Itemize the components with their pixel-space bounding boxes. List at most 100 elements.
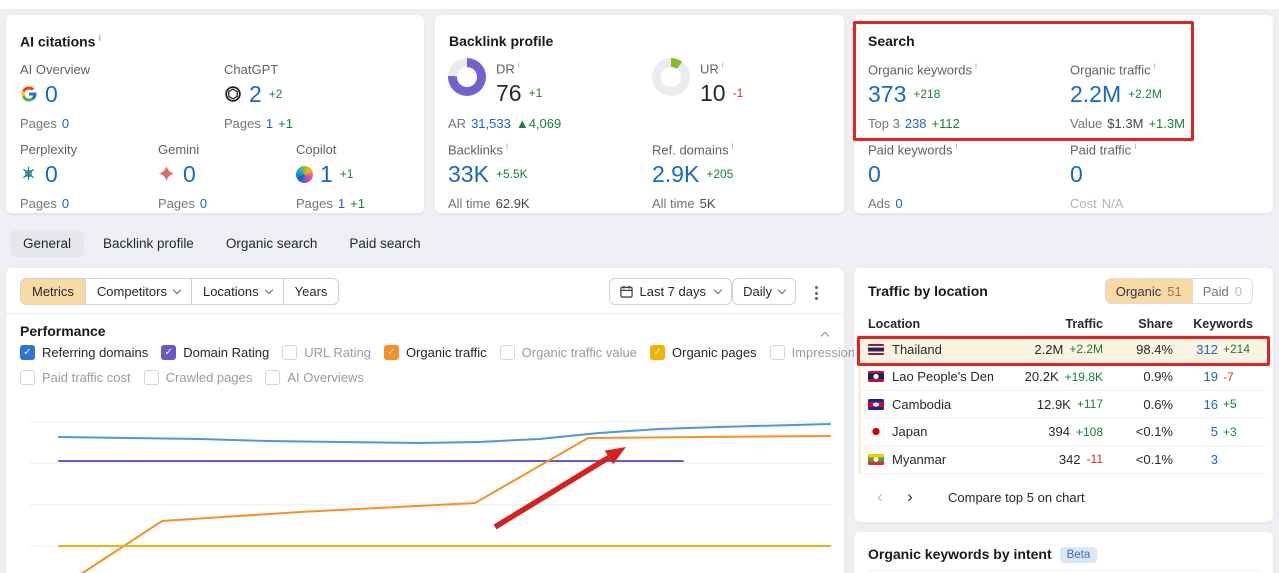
info-icon[interactable]	[518, 60, 520, 70]
checkbox-label: Impressions	[791, 345, 862, 360]
backlink-profile-card: Backlink profile DR 76+1 AR31,533▲4,069 …	[435, 15, 844, 213]
gemini-count[interactable]: 0	[183, 161, 196, 187]
beta-badge: Beta	[1059, 547, 1098, 563]
checkbox-label: Organic pages	[672, 345, 757, 360]
keywords-cell[interactable]: 16 +5	[1173, 397, 1253, 412]
collapse-section-button[interactable]	[815, 326, 830, 344]
info-icon[interactable]	[506, 141, 508, 151]
checkbox-crawled-pages[interactable]: Crawled pages	[143, 370, 253, 385]
checkbox-referring-domains[interactable]: ✓ Referring domains	[20, 345, 148, 360]
checkbox-label: Crawled pages	[165, 370, 253, 385]
location-row-cambodia[interactable]: Cambodia 12.9K +117 0.6% 16 +5	[858, 391, 1265, 419]
info-icon[interactable]	[732, 141, 734, 151]
keywords-cell[interactable]: 19 -7	[1173, 369, 1253, 384]
checked-checkbox-icon: ✓	[20, 345, 35, 360]
unchecked-checkbox-icon	[143, 370, 159, 385]
organic-traffic-metric: Organic traffic 2.2M+2.2M Value$1.3M+1.3…	[1070, 61, 1190, 131]
metrics-segment[interactable]: Metrics	[21, 279, 86, 304]
keywords-cell[interactable]: 5 +3	[1173, 424, 1253, 439]
perplexity-metric: Perplexity 0 Pages 0	[20, 142, 78, 211]
next-page-button[interactable]: ›	[898, 485, 922, 509]
location-row-lao-people-s-democratic-reput[interactable]: Lao People's Democratic Reput 20.2K+19.8K…	[858, 364, 1265, 391]
ar-row: AR 31,533 ▲4,069	[448, 116, 562, 131]
checkbox-organic-traffic-value[interactable]: Organic traffic value	[499, 345, 637, 360]
perplexity-count[interactable]: 0	[45, 161, 58, 187]
top-strip	[0, 0, 1279, 9]
traffic-cell: 2.2M +2.2M	[1034, 341, 1103, 357]
competitors-segment[interactable]: Competitors	[86, 279, 192, 304]
paid-traffic-count-link[interactable]: 0	[1070, 161, 1083, 187]
granularity-button[interactable]: Daily	[732, 278, 796, 305]
performance-card: Metrics Competitors Locations Years Last…	[6, 268, 958, 573]
toggle-paid[interactable]: Paid 0	[1191, 279, 1252, 303]
toggle-organic[interactable]: Organic 51	[1105, 279, 1192, 303]
pages-count-link[interactable]: 0	[62, 196, 69, 211]
organic-keywords-count-link[interactable]: 373	[868, 81, 906, 107]
location-row-myanmar[interactable]: Myanmar 342 -11 <0.1% 3	[858, 446, 1265, 474]
checked-checkbox-icon: ✓	[161, 345, 177, 360]
location-name: Lao People's Democratic Reput	[892, 369, 993, 385]
perplexity-icon	[20, 165, 38, 183]
gemini-icon	[158, 165, 176, 183]
pages-count-link[interactable]: 1	[338, 196, 345, 211]
pages-count-link[interactable]: 0	[200, 196, 207, 211]
location-row-japan[interactable]: Japan 394 +108 <0.1% 5 +3	[858, 419, 1265, 446]
traffic-cell: 394 +108	[1048, 424, 1103, 440]
top3-count-link[interactable]: 238	[905, 116, 927, 131]
ref-domains-count-link[interactable]: 2.9K	[652, 161, 699, 187]
prev-page-button[interactable]: ‹	[868, 485, 892, 509]
traffic-cell: 12.9K +117	[1036, 396, 1103, 412]
tab-backlink-profile[interactable]: Backlink profile	[90, 230, 207, 257]
info-icon[interactable]	[975, 61, 977, 71]
ads-count-link[interactable]: 0	[895, 196, 902, 211]
locations-segment[interactable]: Locations	[192, 279, 284, 304]
share-cell: <0.1%	[1135, 424, 1173, 440]
ur-donut	[652, 58, 690, 96]
info-icon[interactable]	[722, 60, 724, 70]
checkbox-ai-overviews[interactable]: AI Overviews	[265, 370, 364, 385]
checkbox-organic-traffic[interactable]: ✓ Organic traffic	[383, 345, 487, 360]
kebab-menu-icon[interactable]	[813, 284, 820, 302]
tab-paid-search[interactable]: Paid search	[336, 230, 433, 257]
keywords-cell[interactable]: 3	[1173, 452, 1253, 467]
keywords-cell[interactable]: 312 +214	[1173, 342, 1253, 357]
checkbox-url-rating[interactable]: URL Rating	[282, 345, 371, 360]
pages-count-link[interactable]: 0	[62, 116, 69, 131]
chatgpt-count[interactable]: 2	[249, 81, 262, 107]
backlinks-count-link[interactable]: 33K	[448, 161, 489, 187]
share-cell: <0.1%	[1135, 451, 1173, 467]
tab-general[interactable]: General	[10, 230, 85, 257]
checkbox-impressions[interactable]: Impressions	[769, 345, 862, 360]
ref-domains-metric: Ref. domains 2.9K+205 All time5K	[652, 141, 734, 211]
location-row-thailand[interactable]: Thailand 2.2M +2.2M 98.4% 312 +214	[858, 336, 1265, 364]
info-icon[interactable]	[956, 141, 958, 151]
checkbox-organic-pages[interactable]: ✓ Organic pages	[650, 345, 757, 360]
date-range-button[interactable]: Last 7 days	[608, 278, 732, 305]
ai-overview-metric: AI Overview 0 Pages 0	[20, 62, 91, 131]
traffic-by-location-card: Traffic by location Organic 51 Paid 0 Loca…	[854, 268, 1273, 522]
info-icon[interactable]	[1154, 61, 1156, 71]
paid-keywords-count-link[interactable]: 0	[868, 161, 881, 187]
performance-title: Performance	[20, 323, 106, 339]
pages-count-link[interactable]: 1	[266, 116, 273, 131]
paid-traffic-metric: Paid traffic 0 CostN/A	[1070, 141, 1136, 211]
metrics-segmented-control: Metrics Competitors Locations Years	[20, 278, 340, 305]
japan-flag-icon	[868, 426, 884, 438]
checkbox-domain-rating[interactable]: ✓ Domain Rating	[161, 345, 269, 360]
unchecked-checkbox-icon	[282, 345, 298, 360]
compare-top5-link[interactable]: Compare top 5 on chart	[948, 490, 1085, 505]
search-card: Search Organic keywords 373+218 Top 3238…	[854, 15, 1273, 213]
metric-checkbox-row-2: Paid traffic cost Crawled pages AI Overvie…	[20, 370, 364, 385]
copilot-count[interactable]: 1	[320, 161, 333, 187]
tab-organic-search[interactable]: Organic search	[213, 230, 331, 257]
organic-traffic-count-link[interactable]: 2.2M	[1070, 81, 1121, 107]
ar-value-link[interactable]: 31,533	[471, 116, 511, 131]
calendar-icon	[619, 285, 633, 298]
google-icon	[20, 85, 38, 103]
checkbox-paid-traffic-cost[interactable]: Paid traffic cost	[20, 370, 131, 385]
ai-overview-count[interactable]: 0	[45, 81, 58, 107]
location-table-footer: ‹ › Compare top 5 on chart	[868, 480, 1085, 514]
years-segment[interactable]: Years	[284, 279, 339, 304]
info-icon[interactable]	[98, 33, 101, 43]
info-icon[interactable]	[1134, 141, 1136, 151]
